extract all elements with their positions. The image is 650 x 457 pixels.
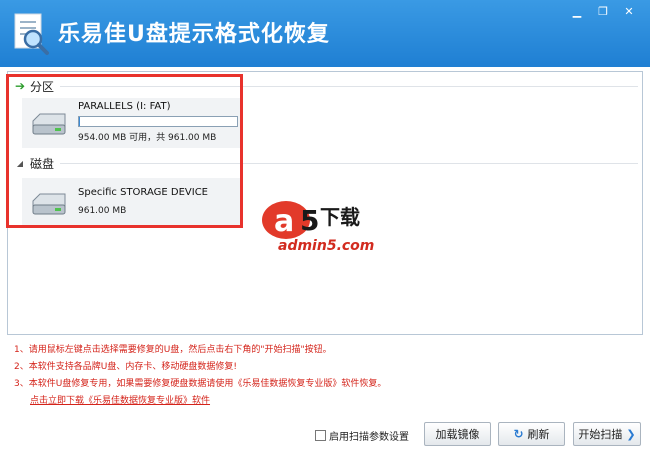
download-pro-link[interactable]: 点击立即下载《乐易佳数据恢复专业版》软件 (30, 396, 210, 406)
note-2: 2、本软件支持各品牌U盘、内存卡、移动硬盘数据修复! (14, 362, 237, 372)
watermark-url: admin5.com (278, 238, 374, 254)
app-magnifier-document-icon (14, 13, 49, 55)
start-scan-button[interactable]: 开始扫描 ❯ (573, 422, 641, 446)
watermark-brand: a (274, 204, 294, 239)
scan-settings-checkbox[interactable] (315, 430, 326, 441)
scan-settings-label: 启用扫描参数设置 (329, 432, 409, 443)
a5-watermark-logo: a 5 下载 admin5.com (262, 201, 374, 254)
notes-area: 1、请用鼠标左键点击选择需要修复的U盘，然后点击右下角的"开始扫描"按钮。 2、… (14, 342, 386, 410)
restore-button[interactable]: ❐ (592, 4, 614, 20)
close-button[interactable]: ✕ (618, 4, 640, 20)
refresh-icon: ↻ (513, 427, 524, 441)
note-3: 3、本软件U盘修复专用，如果需要修复硬盘数据请使用《乐易佳数据恢复专业版》软件恢… (14, 379, 387, 389)
note-1: 1、请用鼠标左键点击选择需要修复的U盘，然后点击右下角的"开始扫描"按钮。 (14, 345, 332, 355)
window-title: 乐易佳U盘提示格式化恢复 (58, 22, 330, 47)
load-image-button[interactable]: 加载镜像 (424, 422, 491, 446)
minimize-button[interactable]: ▁ (566, 4, 588, 20)
refresh-button[interactable]: ↻ 刷新 (498, 422, 565, 446)
chevron-right-icon: ❯ (626, 427, 636, 441)
scan-settings-toggle[interactable]: 启用扫描参数设置 (315, 428, 409, 443)
watermark-brand-num: 5 (300, 204, 319, 237)
highlight-box (6, 74, 243, 228)
load-image-label: 加载镜像 (435, 428, 480, 441)
refresh-label: 刷新 (527, 428, 550, 441)
start-scan-label: 开始扫描 (578, 428, 623, 441)
title-bar: 乐易佳U盘提示格式化恢复 ▁ ❐ ✕ (0, 0, 650, 67)
watermark-text: 下载 (320, 205, 360, 229)
